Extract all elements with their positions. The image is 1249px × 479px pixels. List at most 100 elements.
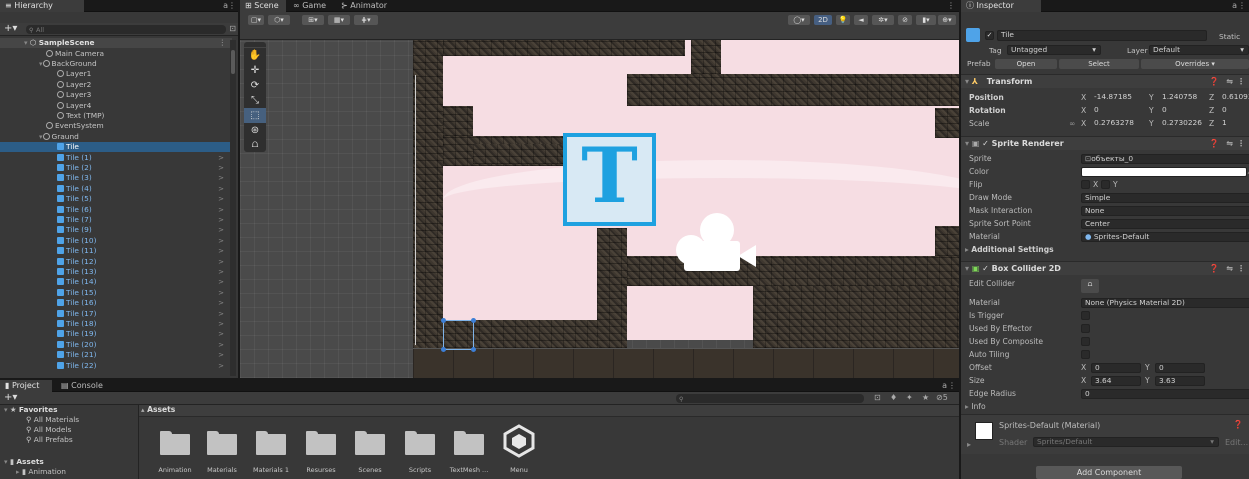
prefab-select-button[interactable]: Select [1059,59,1139,69]
folder-icon[interactable] [405,431,435,455]
preset-icon[interactable]: ⇋ [1226,75,1233,89]
folder-icon[interactable] [207,431,237,455]
transform-tool-icon[interactable]: ⊛ [244,123,266,138]
component-checkbox[interactable]: ✓ [982,139,989,148]
tree-item-tile[interactable]: Tile (22) > [0,361,232,371]
layer-dropdown[interactable]: Default ▾ [1149,45,1249,55]
position-y-field[interactable]: 1.240758 [1159,93,1209,103]
favorite-item[interactable]: ⚲ All Models [0,425,138,435]
tree-item-tile[interactable]: Tile (20) > [0,340,232,350]
help-icon[interactable]: ❓ [1209,75,1219,89]
edit-collider-button[interactable]: ⩍ [1081,279,1099,293]
chevron-right-icon[interactable]: > [218,288,224,298]
additional-settings-foldout[interactable]: ▸ Additional Settings [965,243,1249,256]
scale-tool-icon[interactable]: ⤡ [244,93,266,108]
tab-scene[interactable]: ⊞ Scene [240,0,286,12]
shading-mode-button[interactable]: ▢▾ [248,15,264,25]
text-object-icon[interactable]: T [563,131,656,226]
favorite-star-icon[interactable]: ★ [922,393,929,402]
component-menu-icon[interactable]: ⋮ [1237,262,1245,276]
tree-item-tile[interactable]: Tile (14) > [0,277,232,287]
rotation-y-field[interactable]: 0 [1159,106,1207,116]
info-foldout[interactable]: ▸ Info [965,400,1249,413]
rotation-x-field[interactable]: 0 [1091,106,1147,116]
orientation-button[interactable]: ⬡▾ [268,15,290,25]
auto-tiling-checkbox[interactable] [1081,350,1090,359]
tree-item-eventsystem[interactable]: EventSystem [0,121,232,131]
tree-item-tile[interactable]: Tile (21) > [0,350,232,360]
chevron-right-icon[interactable]: > [218,309,224,319]
lighting-toggle-icon[interactable]: 💡 [836,15,850,25]
tree-item-main-camera[interactable]: Main Camera [0,49,232,59]
draw-mode-button[interactable]: ◯▾ [788,15,810,25]
transform-header[interactable]: ▾ ⅄ Transform ❓ ⇋ ⋮ [961,74,1249,88]
breadcrumb-collapse-icon[interactable]: ▴ [141,406,145,414]
tree-item-tile[interactable]: Tile (1) > [0,153,232,163]
preset-icon[interactable]: ⇋ [1226,262,1233,276]
hidden-packages-icon[interactable]: ⊘5 [936,393,948,402]
search-by-label-icon[interactable]: ♦ [890,393,897,402]
camera-gizmo-icon[interactable] [676,213,762,273]
flip-x-checkbox[interactable] [1081,180,1090,189]
tree-item-tile[interactable]: Tile (19) > [0,329,232,339]
chevron-right-icon[interactable]: > [218,257,224,267]
used-by-composite-checkbox[interactable] [1081,337,1090,346]
rect-tool-icon[interactable]: ⬚ [244,108,266,123]
audio-toggle-icon[interactable]: ◄ [854,15,868,25]
project-search-input[interactable]: ⚲ [676,394,864,403]
favorite-item[interactable]: ⚲ All Materials [0,415,138,425]
scene-viewport[interactable]: T ✋ ✛ ⟳ ⤡ ⬚ ⊛ ⩍ [240,40,959,378]
more-menu-icon[interactable]: ⋮ [948,381,956,390]
selected-tile-gizmo[interactable] [441,318,476,352]
preset-icon[interactable]: ⇋ [1226,137,1233,151]
scale-y-field[interactable]: 0.2730226 [1159,119,1209,129]
folder-icon[interactable] [160,431,190,455]
grid-visibility-button[interactable]: ▦▾ [328,15,350,25]
position-z-field[interactable]: 0.6109309 [1219,93,1249,103]
tree-item-tile[interactable]: Tile (6) > [0,205,232,215]
tree-item-tile[interactable]: Tile (3) > [0,173,232,183]
create-icon[interactable]: +▾ [4,392,17,403]
box-collider-header[interactable]: ▾ ▣ ✓ Box Collider 2D ❓ ⇋ ⋮ [961,261,1249,275]
active-checkbox[interactable]: ✓ [985,31,994,40]
material-field[interactable]: ● Sprites-Default [1081,231,1249,242]
increment-snap-button[interactable]: ⋕▾ [354,15,378,25]
draw-mode-dropdown[interactable]: Simple [1081,192,1249,203]
tab-inspector[interactable]: ⓘ Inspector [961,0,1041,12]
sort-point-dropdown[interactable]: Center [1081,218,1249,229]
chevron-right-icon[interactable]: > [218,319,224,329]
scene-more-icon[interactable]: ⋮ [947,1,955,10]
more-menu-icon[interactable]: ⋮ [1238,1,1246,10]
tree-item-tile[interactable]: Tile (17) > [0,309,232,319]
tree-item-layer3[interactable]: Layer3 [0,90,232,100]
add-component-button[interactable]: Add Component [1036,466,1182,479]
chevron-right-icon[interactable]: > [218,277,224,287]
effects-button[interactable]: ✲▾ [872,15,894,25]
add-icon[interactable]: +▾ [4,23,17,34]
folder-icon[interactable] [454,431,484,455]
tree-item-tile[interactable]: Tile (15) > [0,288,232,298]
tab-animator[interactable]: ⊱ Animator [336,0,392,12]
tree-item-layer2[interactable]: Layer2 [0,80,232,90]
tree-item-tile[interactable]: Tile (10) > [0,236,232,246]
tree-item-background[interactable]: ▾ BackGround [0,59,232,69]
edge-radius-field[interactable]: 0 [1081,388,1249,399]
tree-item-tile[interactable]: Tile (5) > [0,194,232,204]
color-swatch[interactable] [1081,166,1247,177]
help-icon[interactable]: ❓ [1209,137,1219,151]
camera-settings-button[interactable]: ▮▾ [916,15,936,25]
chevron-right-icon[interactable]: > [218,267,224,277]
expand-arrow-icon[interactable]: ▸ [967,440,971,449]
shader-edit-button[interactable]: Edit... [1225,438,1248,447]
mask-interaction-dropdown[interactable]: None [1081,205,1249,216]
breadcrumb[interactable]: Assets [147,405,175,414]
tree-item-tile[interactable]: Tile (12) > [0,257,232,267]
tree-item-graund[interactable]: ▾ Graund [0,132,232,142]
chevron-right-icon[interactable]: > [218,350,224,360]
folder-icon[interactable] [306,431,336,455]
chevron-right-icon[interactable]: > [218,173,224,183]
tree-item-tile[interactable]: Tile (2) > [0,163,232,173]
hand-tool-icon[interactable]: ✋ [244,48,266,63]
shader-dropdown[interactable]: Sprites/Default ▾ [1033,437,1219,447]
chevron-right-icon[interactable]: > [218,215,224,225]
